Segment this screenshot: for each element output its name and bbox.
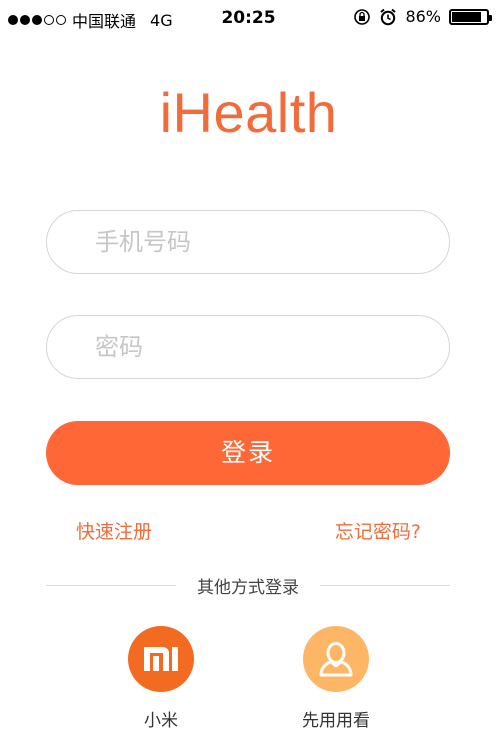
guest-login[interactable]: 先用用看 — [296, 626, 376, 731]
password-input[interactable] — [47, 316, 449, 378]
alarm-icon — [380, 8, 397, 25]
battery-percent: 86% — [405, 7, 441, 26]
guest-label: 先用用看 — [302, 711, 370, 731]
battery-level — [452, 11, 482, 22]
status-bar: 中国联通 4G 20:25 86% — [0, 0, 497, 36]
password-field[interactable] — [46, 315, 450, 379]
other-login-divider: 其他方式登录 — [46, 573, 450, 599]
user-avatar-icon[interactable] — [303, 626, 369, 692]
battery-icon — [449, 8, 492, 25]
mi-logo-icon[interactable] — [128, 626, 194, 692]
status-bar-right: 86% — [353, 7, 492, 26]
phone-field[interactable] — [46, 210, 450, 274]
login-button[interactable]: 登录 — [46, 421, 450, 485]
register-link[interactable]: 快速注册 — [76, 517, 152, 544]
xiaomi-label: 小米 — [144, 711, 178, 731]
phone-input[interactable] — [47, 211, 449, 273]
forgot-password-link[interactable]: 忘记密码? — [335, 517, 421, 544]
battery-cap — [489, 14, 492, 21]
xiaomi-login[interactable]: 小米 — [126, 626, 196, 731]
orientation-lock-icon — [354, 8, 371, 25]
divider-line — [320, 585, 450, 586]
app-logo: iHealth — [159, 81, 338, 144]
